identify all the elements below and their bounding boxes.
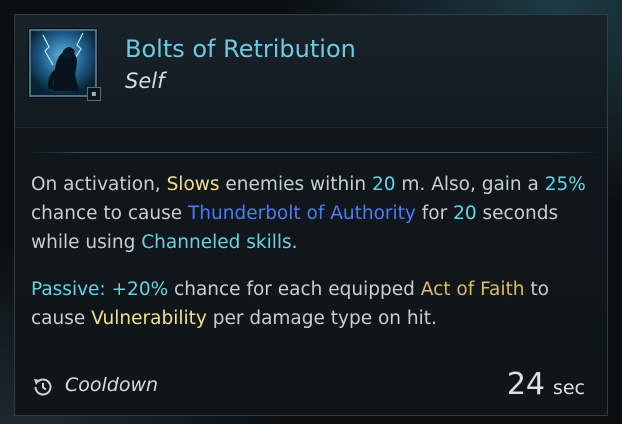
ability-target: Self xyxy=(125,69,165,93)
description-keyword: Slows xyxy=(166,174,220,195)
cooldown-clock-icon xyxy=(34,378,52,396)
description-keyword: Passive: xyxy=(31,279,106,300)
ability-tooltip: ▪ Bolts of Retribution Self On activatio… xyxy=(14,14,608,416)
ability-description: On activation, Slows enemies within 20 m… xyxy=(31,170,591,333)
icon-corner-badge: ▪ xyxy=(87,87,101,101)
description-text: chance for each equipped xyxy=(168,279,421,300)
description-keyword: Vulnerability xyxy=(91,308,207,329)
description-text: enemies within xyxy=(219,174,372,195)
description-keyword: Thunderbolt of Authority xyxy=(187,203,416,224)
description-passive: Passive: +20% chance for each equipped A… xyxy=(31,275,591,333)
tooltip-header: ▪ Bolts of Retribution Self xyxy=(15,15,607,128)
description-keyword: Channeled skills xyxy=(141,232,292,253)
description-active: On activation, Slows enemies within 20 m… xyxy=(31,170,591,257)
description-text: for xyxy=(415,203,454,224)
description-keyword: 20 xyxy=(453,203,477,224)
hooded-figure-lightning-icon: ▪ xyxy=(29,29,101,101)
description-keyword: Act of Faith xyxy=(420,279,525,300)
description-keyword: 20 xyxy=(371,174,396,195)
description-keyword: +20% xyxy=(111,279,169,300)
section-divider xyxy=(29,152,601,153)
cooldown-row: Cooldown 24 sec xyxy=(15,355,607,415)
cooldown-value: 24 xyxy=(506,367,545,402)
ability-icon-art xyxy=(31,31,95,95)
description-text: m. Also, gain a xyxy=(395,174,545,195)
description-text: chance to cause xyxy=(31,203,188,224)
description-text: . xyxy=(291,232,298,253)
description-text: On activation, xyxy=(31,174,167,195)
ability-name: Bolts of Retribution xyxy=(125,35,356,63)
description-keyword: 25% xyxy=(544,174,586,195)
cooldown-label: Cooldown xyxy=(65,374,159,396)
description-text: per damage type on hit. xyxy=(206,308,437,329)
cooldown-unit: sec xyxy=(552,377,585,399)
